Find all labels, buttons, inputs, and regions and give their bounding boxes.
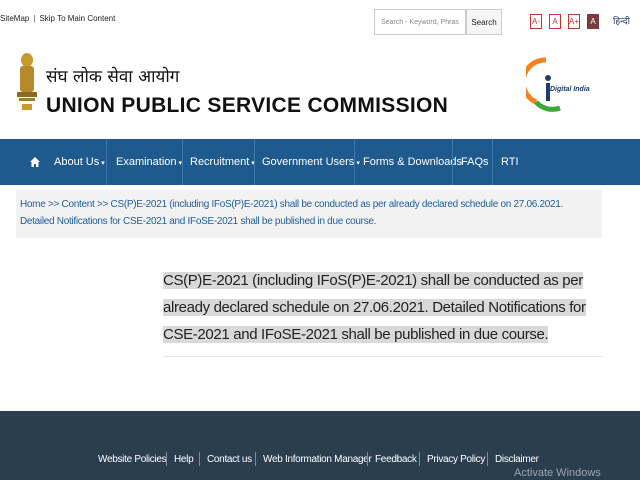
nav-recruitment-label: Recruitment <box>190 156 250 168</box>
home-icon[interactable] <box>29 156 41 168</box>
footer-web-information-manager[interactable]: Web Information Manager <box>263 454 372 465</box>
breadcrumb-separator: >> <box>96 199 109 210</box>
font-decrease-button[interactable]: A- <box>530 14 542 29</box>
language-toggle[interactable]: हिन्दी <box>613 14 630 27</box>
nav-recruitment[interactable]: Recruitment▾ <box>190 139 255 185</box>
nav-divider <box>254 139 255 185</box>
national-emblem-icon <box>17 53 37 110</box>
nav-divider <box>354 139 355 185</box>
search-input[interactable] <box>374 9 466 35</box>
nav-examination-label: Examination <box>116 156 177 168</box>
digital-india-logo-icon[interactable] <box>526 54 596 112</box>
font-normal-button[interactable]: A <box>549 14 561 29</box>
org-name: UNION PUBLIC SERVICE COMMISSION <box>46 94 449 117</box>
notice-text: CS(P)E-2021 (including IFoS(P)E-2021) sh… <box>163 267 604 348</box>
footer-separator <box>367 452 368 466</box>
nav-divider <box>492 139 493 185</box>
top-link-separator: | <box>33 14 36 23</box>
nav-faqs[interactable]: FAQs <box>461 139 489 185</box>
chevron-down-icon: ▾ <box>101 160 105 167</box>
nav-divider <box>106 139 107 185</box>
top-links: SiteMap | Skip To Main Content <box>0 14 115 23</box>
hindi-org-name: संघ लोक सेवा आयोग <box>46 67 180 87</box>
skip-to-content-link[interactable]: Skip To Main Content <box>39 14 115 23</box>
notice-highlighted-text: CS(P)E-2021 (including IFoS(P)E-2021) sh… <box>163 272 586 343</box>
footer-separator <box>487 452 488 466</box>
footer-feedback[interactable]: Feedback <box>375 454 417 465</box>
nav-forms-downloads[interactable]: Forms & Downloads <box>363 139 462 185</box>
footer-separator <box>255 452 256 466</box>
activate-windows-watermark: Activate Windows <box>514 467 601 479</box>
nav-about-us[interactable]: About Us ▾ <box>54 139 105 185</box>
nav-rti[interactable]: RTI <box>501 139 519 185</box>
sitemap-link[interactable]: SiteMap <box>0 14 29 23</box>
footer-website-policies[interactable]: Website Policies <box>98 454 167 465</box>
nav-divider <box>452 139 453 185</box>
footer-separator <box>166 452 167 466</box>
nav-examination[interactable]: Examination ▾ <box>116 139 182 185</box>
search-button[interactable]: Search <box>466 9 502 35</box>
footer-contact-us[interactable]: Contact us <box>207 454 252 465</box>
footer-separator <box>419 452 420 466</box>
footer-help[interactable]: Help <box>174 454 194 465</box>
footer-separator <box>199 452 200 466</box>
breadcrumb-home[interactable]: Home <box>20 199 46 210</box>
digital-india-label: Digital India <box>550 86 590 93</box>
nav-government-users[interactable]: Government Users ▾ <box>262 139 360 185</box>
content-divider <box>163 356 603 357</box>
breadcrumb-content[interactable]: Content <box>62 199 95 210</box>
nav-government-users-label: Government Users <box>262 156 355 168</box>
main-nav: About Us▾ Examination▾ Recruitment▾ Gove… <box>0 139 640 185</box>
nav-about-us-label: About Us <box>54 156 100 168</box>
nav-divider <box>182 139 183 185</box>
breadcrumb-separator: >> <box>47 199 60 210</box>
chevron-down-icon: ▾ <box>356 160 360 167</box>
footer-disclaimer[interactable]: Disclaimer <box>495 454 539 465</box>
high-contrast-button[interactable]: A <box>587 14 599 29</box>
breadcrumb: Home >> Content >> CS(P)E-2021 (includin… <box>20 196 598 230</box>
footer-privacy-policy[interactable]: Privacy Policy <box>427 454 485 465</box>
font-increase-button[interactable]: A+ <box>568 14 580 29</box>
